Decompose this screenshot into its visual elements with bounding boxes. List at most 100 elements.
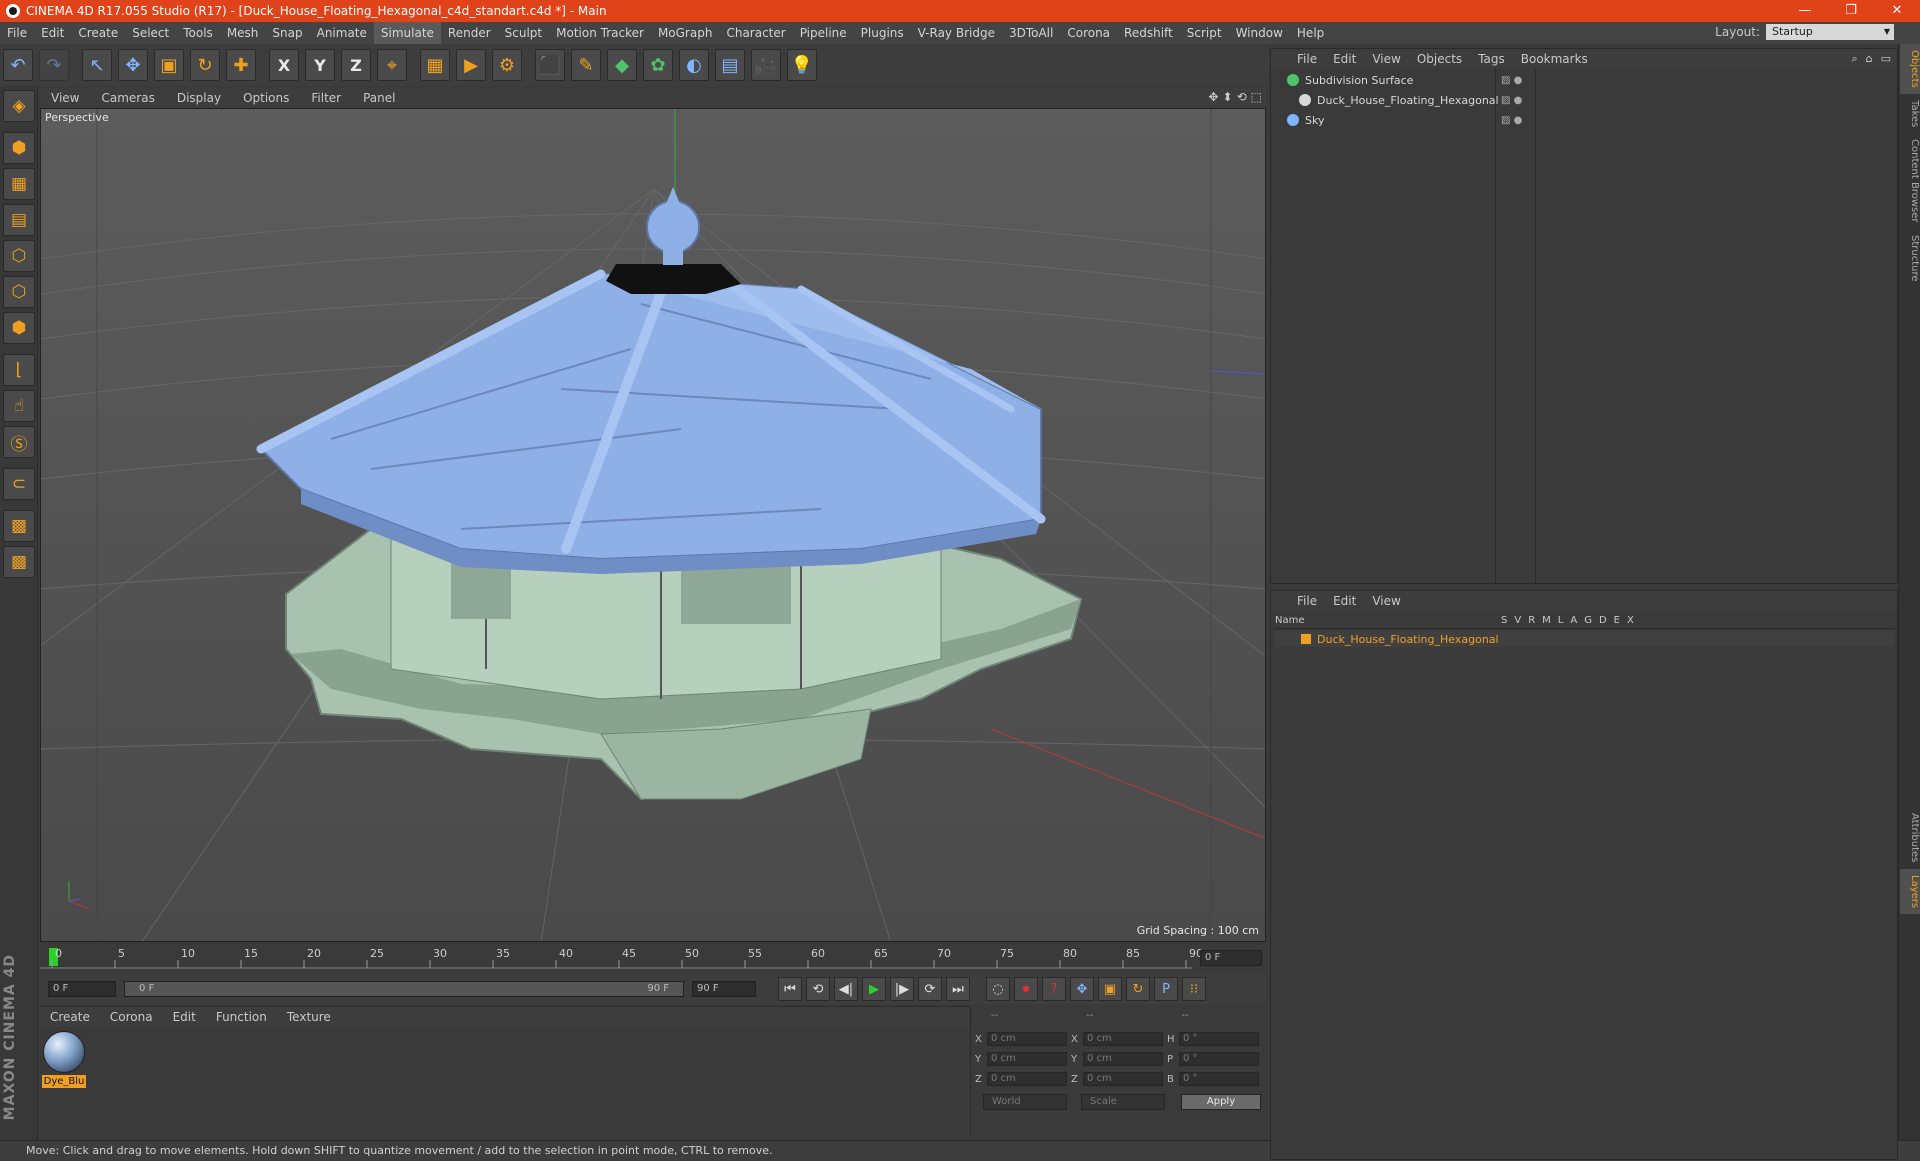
menu-pipeline[interactable]: Pipeline xyxy=(793,22,854,44)
frame-range-slider[interactable]: 0 F 90 F xyxy=(124,981,684,997)
object-menu-objects[interactable]: Objects xyxy=(1409,52,1470,66)
coord-system-dropdown[interactable]: World xyxy=(983,1094,1067,1110)
coord-value-field[interactable]: 0 cm xyxy=(987,1032,1067,1046)
viewport-menu-panel[interactable]: Panel xyxy=(352,91,406,105)
next-key-button[interactable]: ⟳ xyxy=(918,977,942,1001)
key-position-button[interactable]: ✥ xyxy=(1070,977,1094,1001)
menu-plugins[interactable]: Plugins xyxy=(854,22,911,44)
close-button[interactable]: ✕ xyxy=(1874,0,1920,22)
pen-spline-button[interactable]: ✎ xyxy=(571,49,601,81)
menu-mograph[interactable]: MoGraph xyxy=(651,22,720,44)
coord-value-field[interactable]: 0 cm xyxy=(1083,1032,1163,1046)
viewport-menu-filter[interactable]: Filter xyxy=(300,91,352,105)
viewport-menu-cameras[interactable]: Cameras xyxy=(90,91,165,105)
minimize-button[interactable]: — xyxy=(1782,0,1828,22)
menu-v-ray-bridge[interactable]: V-Ray Bridge xyxy=(911,22,1002,44)
go-to-start-button[interactable]: ⏮ xyxy=(778,977,802,1001)
menu-script[interactable]: Script xyxy=(1180,22,1229,44)
y-axis-lock-button[interactable]: Y xyxy=(305,49,335,81)
menu-sculpt[interactable]: Sculpt xyxy=(498,22,549,44)
play-button[interactable]: ▶ xyxy=(862,977,886,1001)
key-parameter-button[interactable]: P xyxy=(1154,977,1178,1001)
menu-snap[interactable]: Snap xyxy=(265,22,309,44)
subdivision-surface-button[interactable]: ◆ xyxy=(607,49,637,81)
menu-select[interactable]: Select xyxy=(125,22,176,44)
menu-render[interactable]: Render xyxy=(441,22,498,44)
menu-create[interactable]: Create xyxy=(71,22,125,44)
move-tool-button[interactable]: ✥ xyxy=(118,49,148,81)
side-tab-content-browser[interactable]: Content Browser xyxy=(1900,133,1920,228)
menu-3dtoall[interactable]: 3DToAll xyxy=(1002,22,1060,44)
new-window-icon[interactable]: ▭ xyxy=(1881,52,1891,66)
coord-value-field[interactable]: 0 cm xyxy=(1083,1052,1163,1066)
menu-corona[interactable]: Corona xyxy=(1060,22,1117,44)
material-item[interactable]: Dye_Blu xyxy=(42,1031,86,1088)
material-menu-corona[interactable]: Corona xyxy=(100,1010,163,1024)
make-editable-icon[interactable]: ◈ xyxy=(3,90,35,122)
object-row[interactable]: Sky ▨ ● xyxy=(1275,111,1895,129)
workplane-lock-icon[interactable]: ▩ xyxy=(3,510,35,542)
menu-tools[interactable]: Tools xyxy=(176,22,220,44)
object-row[interactable]: Duck_House_Floating_Hexagonal ▨ ● xyxy=(1275,91,1895,109)
material-menu-create[interactable]: Create xyxy=(40,1010,100,1024)
polygons-mode-icon[interactable]: ⬢ xyxy=(3,312,35,344)
object-menu-edit[interactable]: Edit xyxy=(1325,52,1364,66)
visibility-toggle-icon[interactable]: ▨ ● xyxy=(1501,115,1522,126)
coordinate-system-button[interactable]: ⌖ xyxy=(377,49,407,81)
axis-mode-icon[interactable]: ⌊ xyxy=(3,354,35,386)
coord-value-field[interactable]: 0 ° xyxy=(1179,1032,1259,1046)
layout-dropdown[interactable]: Startup xyxy=(1766,24,1894,40)
rotate-view-icon[interactable]: ⟲ xyxy=(1237,90,1247,104)
coord-value-field[interactable]: 0 cm xyxy=(1083,1072,1163,1086)
menu-simulate[interactable]: Simulate xyxy=(373,22,441,44)
object-menu-bookmarks[interactable]: Bookmarks xyxy=(1513,52,1596,66)
magnet-icon[interactable]: ⊂ xyxy=(3,468,35,500)
menu-character[interactable]: Character xyxy=(719,22,792,44)
timeline-ruler[interactable]: 0 5 10 15 20 25 30 35 40 45 50 55 60 65 70 75 80 85 90 0 F xyxy=(40,944,1266,974)
visibility-toggle-icon[interactable]: ▨ ● xyxy=(1501,75,1522,86)
menu-window[interactable]: Window xyxy=(1229,22,1290,44)
layer-menu-view[interactable]: View xyxy=(1364,594,1408,608)
search-icon[interactable]: ⌕ xyxy=(1851,52,1857,66)
floor-button[interactable]: ▤ xyxy=(715,49,745,81)
render-view-button[interactable]: ▶ xyxy=(456,49,486,81)
viewport-menu-options[interactable]: Options xyxy=(232,91,300,105)
key-rotation-button[interactable]: ↻ xyxy=(1126,977,1150,1001)
viewport-menu-display[interactable]: Display xyxy=(166,91,232,105)
cloner-button[interactable]: ✿ xyxy=(643,49,673,81)
x-axis-lock-button[interactable]: X xyxy=(269,49,299,81)
coord-value-field[interactable]: 0 ° xyxy=(1179,1052,1259,1066)
light-button[interactable]: 💡 xyxy=(787,49,817,81)
side-tab-structure[interactable]: Structure xyxy=(1900,229,1920,288)
menu-edit[interactable]: Edit xyxy=(34,22,71,44)
tweak-mode-icon[interactable]: ☝ xyxy=(3,390,35,422)
snap-icon[interactable]: Ⓢ xyxy=(3,426,35,458)
coord-value-field[interactable]: 0 cm xyxy=(987,1052,1067,1066)
viewport-menu-view[interactable]: View xyxy=(40,91,90,105)
coord-value-field[interactable]: 0 ° xyxy=(1179,1072,1259,1086)
record-button[interactable]: ⏺ xyxy=(1014,977,1038,1001)
z-axis-lock-button[interactable]: Z xyxy=(341,49,371,81)
go-to-end-button[interactable]: ⏭ xyxy=(946,977,970,1001)
select-tool-button[interactable]: ↖ xyxy=(82,49,112,81)
previous-frame-button[interactable]: ◀| xyxy=(834,977,858,1001)
coord-mode-dropdown[interactable]: Scale xyxy=(1081,1094,1165,1110)
current-frame-field[interactable]: 0 F xyxy=(1200,950,1262,966)
material-menu-function[interactable]: Function xyxy=(206,1010,277,1024)
move-view-icon[interactable]: ✥ xyxy=(1208,90,1218,104)
apply-button[interactable]: Apply xyxy=(1181,1094,1261,1110)
rotate-tool-button[interactable]: ↻ xyxy=(190,49,220,81)
toggle-view-icon[interactable]: ⬚ xyxy=(1251,90,1262,104)
undo-button[interactable]: ↶ xyxy=(3,49,33,81)
key-pla-button[interactable]: ⁝⁝ xyxy=(1182,977,1206,1001)
motion-record-button[interactable]: ◌ xyxy=(986,977,1010,1001)
home-icon[interactable]: ⌂ xyxy=(1866,52,1873,66)
menu-redshift[interactable]: Redshift xyxy=(1117,22,1180,44)
object-menu-tags[interactable]: Tags xyxy=(1470,52,1513,66)
layer-menu-edit[interactable]: Edit xyxy=(1325,594,1364,608)
key-scale-button[interactable]: ▣ xyxy=(1098,977,1122,1001)
redo-button[interactable]: ↷ xyxy=(39,49,69,81)
autokey-button[interactable]: ? xyxy=(1042,977,1066,1001)
material-menu-texture[interactable]: Texture xyxy=(277,1010,341,1024)
visibility-toggle-icon[interactable]: ▨ ● xyxy=(1501,95,1522,106)
